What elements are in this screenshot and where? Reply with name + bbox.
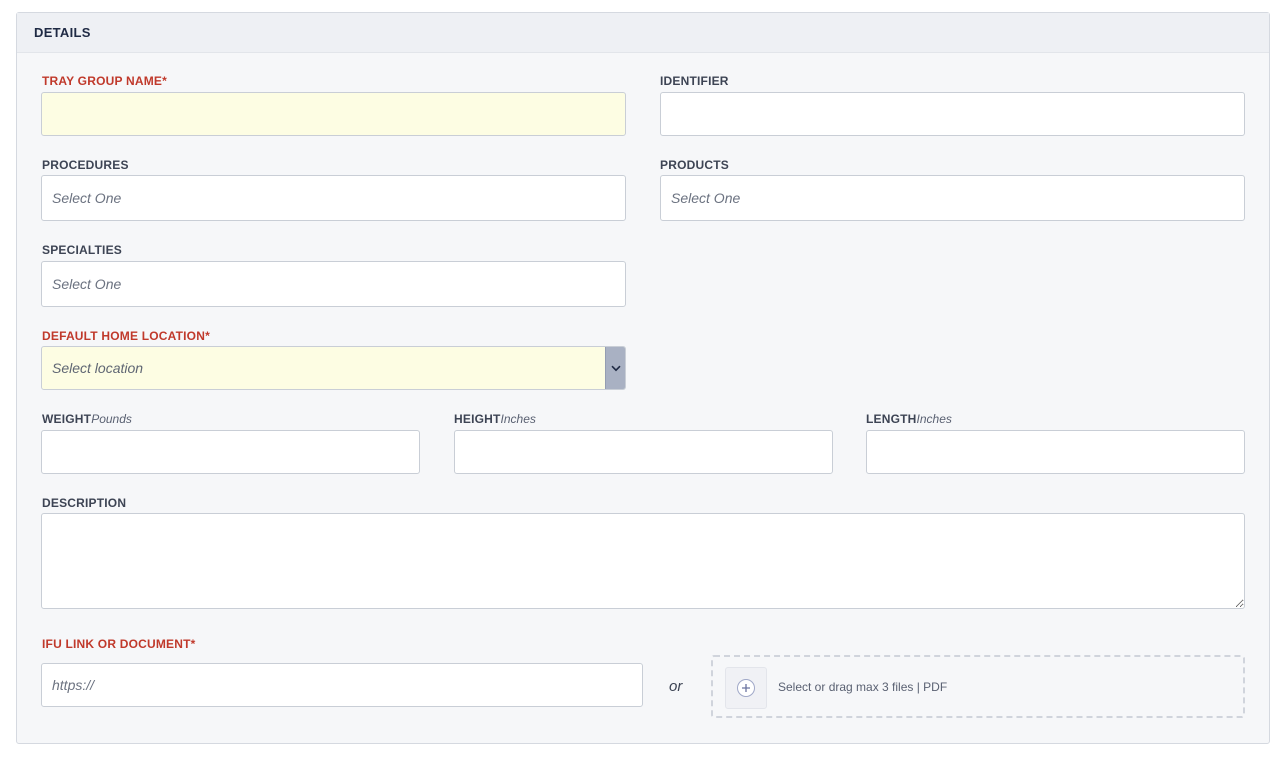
weight-label: WEIGHTPounds <box>42 412 132 426</box>
height-input[interactable] <box>454 430 833 474</box>
length-input[interactable] <box>866 430 1245 474</box>
tray-group-name-input[interactable] <box>41 92 626 136</box>
description-textarea[interactable] <box>41 513 1245 609</box>
add-file-button[interactable] <box>725 667 767 709</box>
tray-group-name-label: TRAY GROUP NAME* <box>42 74 168 88</box>
products-select[interactable] <box>660 175 1245 221</box>
weight-unit: Pounds <box>91 412 132 426</box>
dropzone-text: Select or drag max 3 files | PDF <box>778 679 948 694</box>
chevron-down-icon <box>610 365 621 371</box>
height-label: HEIGHTInches <box>454 412 536 426</box>
section-title: DETAILS <box>34 25 91 40</box>
ifu-link-input[interactable] <box>41 663 643 707</box>
default-home-location-placeholder: Select location <box>52 360 144 376</box>
height-unit: Inches <box>500 412 536 426</box>
length-label: LENGTHInches <box>866 412 952 426</box>
dropdown-toggle-button[interactable] <box>605 347 625 389</box>
file-dropzone[interactable]: Select or drag max 3 files | PDF <box>711 655 1245 718</box>
length-unit: Inches <box>916 412 952 426</box>
products-label: PRODUCTS <box>660 158 729 172</box>
identifier-input[interactable] <box>660 92 1245 136</box>
procedures-label: PROCEDURES <box>42 158 129 172</box>
plus-circle-icon <box>737 679 755 697</box>
or-separator: or <box>669 678 683 695</box>
description-label: DESCRIPTION <box>42 496 127 510</box>
identifier-label: IDENTIFIER <box>660 74 729 88</box>
weight-input[interactable] <box>41 430 420 474</box>
default-home-location-label: DEFAULT HOME LOCATION* <box>42 329 210 343</box>
specialties-select[interactable] <box>41 261 626 307</box>
specialties-label: SPECIALTIES <box>42 243 122 257</box>
default-home-location-select[interactable]: Select location <box>41 346 626 390</box>
ifu-label: IFU LINK OR DOCUMENT* <box>42 637 196 651</box>
section-header: DETAILS <box>17 13 1269 53</box>
procedures-select[interactable] <box>41 175 626 221</box>
